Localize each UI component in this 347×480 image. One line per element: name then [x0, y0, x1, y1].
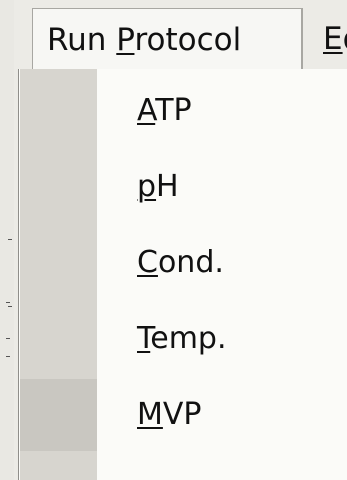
menu-item-cond[interactable]: Cond.: [20, 227, 347, 299]
gutter-cell: [20, 75, 97, 147]
gutter-cell: [20, 303, 97, 375]
tick-mark: [6, 338, 10, 339]
menu-item-temp[interactable]: Temp.: [20, 303, 347, 375]
tick-mark: [8, 239, 12, 240]
tick-mark: [8, 306, 12, 307]
menu-item-label: Temp.: [137, 321, 227, 356]
menu-item-label: ATP: [137, 93, 192, 128]
run-protocol-dropdown: ATP pH Cond. Temp. MVP: [18, 69, 347, 480]
menu-run-protocol[interactable]: Run Protocol: [32, 8, 302, 70]
tick-mark: [6, 356, 10, 357]
menu-item-ph[interactable]: pH: [20, 151, 347, 223]
menu-next-text: Ed: [323, 21, 347, 57]
menu-bar: Run Protocol Ed: [14, 0, 347, 72]
menu-item-atp[interactable]: ATP: [20, 75, 347, 147]
gutter-cell: [20, 379, 97, 451]
menu-item-label: MVP: [137, 397, 202, 432]
menu-item-label: Cond.: [137, 245, 224, 280]
menu-item-mvp[interactable]: MVP: [20, 379, 347, 451]
menu-item-label: pH: [137, 169, 179, 204]
background-window-edge: [0, 0, 14, 480]
tick-mark: [6, 302, 10, 303]
menu-title-text: Run Protocol: [47, 22, 242, 58]
gutter-cell: [20, 227, 97, 299]
gutter-cell: [20, 151, 97, 223]
menu-next-truncated[interactable]: Ed: [302, 8, 347, 70]
